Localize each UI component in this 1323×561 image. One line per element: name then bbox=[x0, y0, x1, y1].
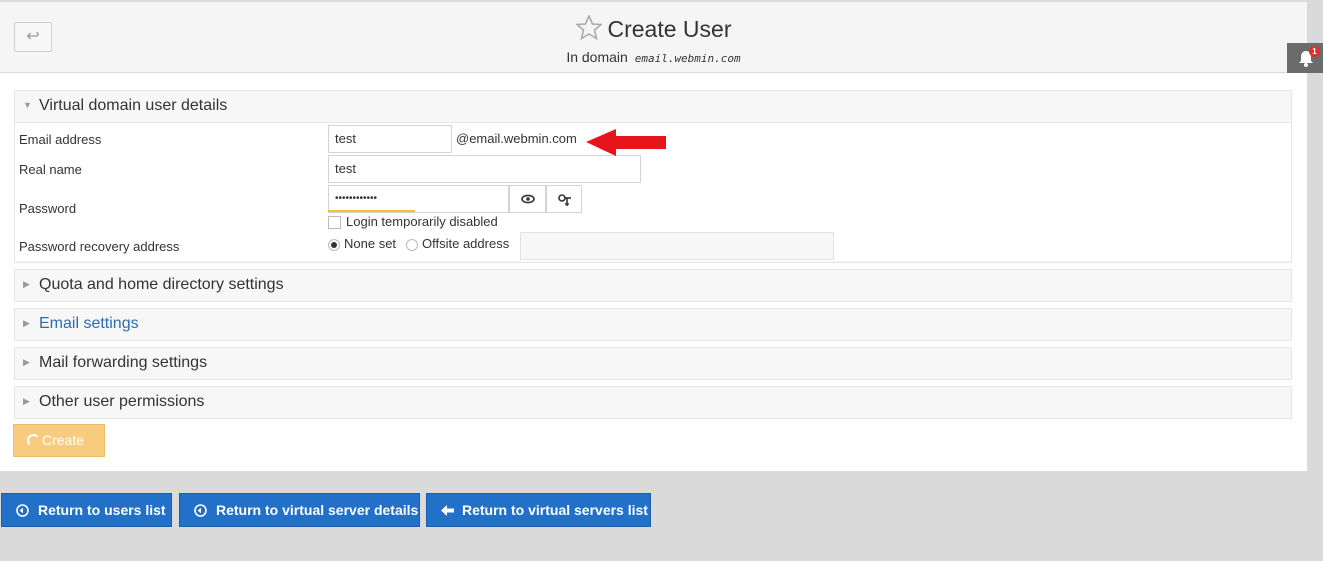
return-server-details-button[interactable]: Return to virtual server details bbox=[179, 493, 420, 527]
realname-label: Real name bbox=[19, 162, 82, 177]
recovery-offsite-radio[interactable] bbox=[406, 239, 418, 251]
button-label: Return to users list bbox=[38, 502, 166, 518]
section-header-forwarding[interactable]: ▶ Mail forwarding settings bbox=[15, 348, 1291, 379]
realname-input[interactable]: test bbox=[328, 155, 641, 183]
caret-right-icon: ▶ bbox=[23, 396, 30, 406]
caret-right-icon: ▶ bbox=[23, 357, 30, 367]
recovery-none-radio[interactable] bbox=[328, 239, 340, 251]
return-servers-list-button[interactable]: Return to virtual servers list bbox=[426, 493, 651, 527]
caret-down-icon: ▼ bbox=[23, 100, 32, 110]
show-password-button[interactable] bbox=[509, 185, 546, 213]
notifications-button[interactable]: 1 bbox=[1287, 43, 1323, 73]
section-email[interactable]: ▶ Email settings bbox=[14, 308, 1292, 341]
section-title: Other user permissions bbox=[39, 393, 205, 410]
section-quota[interactable]: ▶ Quota and home directory settings bbox=[14, 269, 1292, 302]
page-title: Create User bbox=[607, 16, 732, 42]
section-title: Email settings bbox=[39, 315, 139, 332]
red-arrow-annotation bbox=[586, 129, 666, 156]
login-disabled-checkbox[interactable] bbox=[328, 216, 341, 229]
password-input[interactable]: •••••••••••• bbox=[328, 185, 509, 213]
section-header-quota[interactable]: ▶ Quota and home directory settings bbox=[15, 270, 1291, 301]
circle-arrow-left-icon bbox=[16, 504, 29, 517]
section-header-permissions[interactable]: ▶ Other user permissions bbox=[15, 387, 1291, 418]
section-title: Quota and home directory settings bbox=[39, 276, 284, 293]
create-button-label: Create bbox=[42, 432, 85, 448]
section-header-details[interactable]: ▼ Virtual domain user details bbox=[15, 91, 1291, 122]
recovery-none-label: None set bbox=[344, 236, 397, 251]
key-icon bbox=[558, 194, 571, 206]
section-title: Virtual domain user details bbox=[39, 97, 228, 114]
section-user-details: ▼ Virtual domain user details Email addre… bbox=[14, 90, 1292, 263]
main-panel: ↩ Create User In domain email.webmin.com… bbox=[0, 2, 1307, 471]
spinner-icon bbox=[27, 434, 40, 447]
caret-right-icon: ▶ bbox=[23, 318, 30, 328]
offsite-address-input[interactable] bbox=[520, 232, 834, 260]
circle-arrow-left-icon bbox=[194, 504, 207, 517]
subtitle-prefix: In domain bbox=[566, 49, 628, 65]
eye-icon bbox=[521, 194, 535, 204]
section-permissions[interactable]: ▶ Other user permissions bbox=[14, 386, 1292, 419]
return-users-list-button[interactable]: Return to users list bbox=[1, 493, 172, 527]
login-disabled-label: Login temporarily disabled bbox=[346, 214, 498, 229]
title-block: Create User In domain email.webmin.com bbox=[0, 14, 1307, 65]
password-strength-bar bbox=[328, 210, 415, 212]
email-domain-suffix: @email.webmin.com bbox=[456, 131, 577, 146]
email-label: Email address bbox=[19, 132, 102, 147]
domain-name: email.webmin.com bbox=[634, 52, 741, 65]
star-icon[interactable] bbox=[574, 14, 603, 47]
section-forwarding[interactable]: ▶ Mail forwarding settings bbox=[14, 347, 1292, 380]
page-subtitle: In domain email.webmin.com bbox=[0, 49, 1307, 65]
password-label: Password bbox=[19, 201, 77, 216]
section-header-email[interactable]: ▶ Email settings bbox=[15, 309, 1291, 340]
caret-right-icon: ▶ bbox=[23, 279, 30, 289]
button-label: Return to virtual servers list bbox=[462, 502, 648, 518]
recovery-label: Password recovery address bbox=[19, 239, 180, 254]
button-label: Return to virtual server details bbox=[216, 502, 419, 518]
recovery-offsite-label: Offsite address bbox=[422, 236, 510, 251]
generate-password-button[interactable] bbox=[546, 185, 582, 213]
section-title: Mail forwarding settings bbox=[39, 354, 208, 371]
create-button[interactable]: Create bbox=[13, 424, 105, 457]
page-header: ↩ Create User In domain email.webmin.com bbox=[0, 2, 1307, 73]
arrow-left-icon bbox=[441, 505, 454, 516]
notification-count-badge: 1 bbox=[1309, 46, 1320, 57]
email-input[interactable]: test bbox=[328, 125, 452, 153]
